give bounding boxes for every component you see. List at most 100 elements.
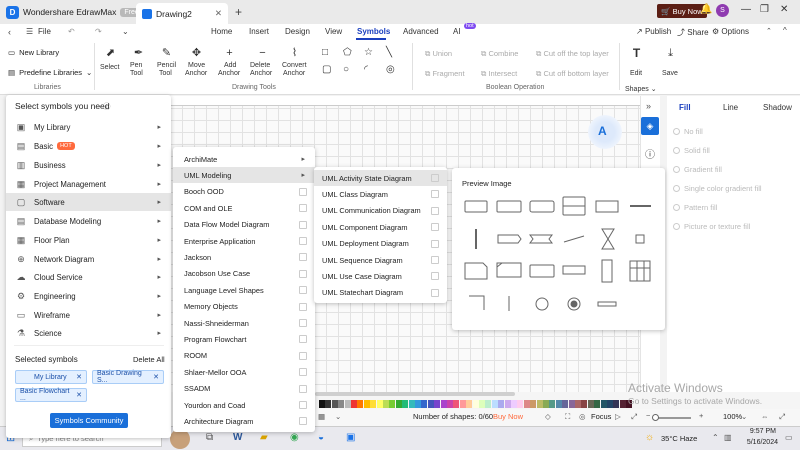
zoom-slider-handle[interactable] [652,414,659,421]
software-submenu-item[interactable]: SSADM [173,381,315,397]
tab-symbols[interactable]: Symbols [357,27,390,36]
tab-insert[interactable]: Insert [249,27,269,36]
color-swatch[interactable] [581,400,588,408]
remove-chip-icon[interactable]: ✕ [153,373,159,381]
selected-chip[interactable]: Basic Drawing S... ✕ [92,370,164,384]
software-submenu-item[interactable]: Booch OOD [173,184,315,200]
selected-chip[interactable]: My Library ✕ [15,370,87,384]
color-swatch[interactable] [504,400,511,408]
checkbox[interactable] [299,187,307,196]
convert-anchor-line2[interactable]: Anchor [283,70,305,77]
category-basic[interactable]: ▤ Basic HOT ▸ [6,137,171,155]
predefine-libraries-button[interactable]: ▤ Predefine Libraries ⌄ [8,68,92,77]
color-swatch[interactable] [319,400,325,408]
uml-submenu-item[interactable]: UML Component Diagram [314,219,447,235]
remove-chip-icon[interactable]: ✕ [76,373,82,381]
zoom-slider[interactable] [655,417,691,419]
edge-icon[interactable]: ◒ [318,432,324,443]
color-swatch[interactable] [517,400,524,408]
checkbox[interactable] [431,223,439,232]
color-swatch[interactable] [331,400,338,408]
publish-button[interactable]: ↗ Publish [636,27,671,36]
color-swatch[interactable] [530,400,537,408]
undo-icon[interactable]: ↶ [68,27,75,36]
category-network-diagram[interactable]: ⊕ Network Diagram ▸ [6,250,171,268]
notification-icon[interactable]: ▭ [785,433,793,442]
color-swatch[interactable] [376,400,383,408]
checkbox[interactable] [299,384,307,393]
color-swatch[interactable] [434,400,441,408]
file-explorer-icon[interactable]: ▰ [260,432,268,443]
color-swatch[interactable] [415,400,421,408]
color-swatch[interactable] [383,400,389,408]
cut-bottom-button[interactable]: ⧉ Cut off bottom layer [536,69,609,79]
edit-button[interactable]: Edit [630,70,642,77]
category-software[interactable]: ▢ Software ▸ [6,193,171,211]
star-icon[interactable]: ☆ [364,47,373,58]
tab-design[interactable]: Design [285,27,310,36]
color-swatch[interactable] [338,400,345,408]
tab-line[interactable]: Line [723,103,738,112]
convert-anchor-line1[interactable]: Convert [282,62,307,69]
uml-submenu-item[interactable]: UML Activity State Diagram [314,170,447,186]
checkbox[interactable] [431,272,439,281]
color-swatch[interactable] [498,400,505,408]
checkbox[interactable] [299,269,307,278]
pentagon-icon[interactable]: ⬠ [343,47,352,58]
color-swatch[interactable] [568,400,575,408]
color-swatch[interactable] [523,400,530,408]
file-menu[interactable]: File [38,27,51,36]
checkbox[interactable] [299,253,307,262]
color-swatch[interactable] [479,400,485,408]
focus-icon[interactable]: ◎ [579,412,586,421]
software-submenu-item[interactable]: Data Flow Model Diagram [173,217,315,233]
symbols-community-button[interactable]: Symbols Community [50,413,128,428]
checkbox[interactable] [299,319,307,327]
software-submenu-item[interactable]: Jacobson Use Case [173,266,315,282]
uml-submenu-item[interactable]: UML Sequence Diagram [314,252,447,268]
shapes-dropdown[interactable]: Shapes ⌄ [625,85,657,93]
checkbox[interactable] [431,288,439,297]
software-submenu-item[interactable]: Memory Objects [173,299,315,315]
checkbox[interactable] [299,351,307,360]
zoom-level[interactable]: 100% [723,412,742,421]
circle-icon[interactable]: ○ [343,64,349,75]
software-submenu-item[interactable]: Enterprise Application [173,233,315,249]
category-floor-plan[interactable]: ▦ Floor Plan ▸ [6,231,171,249]
color-swatch[interactable] [440,400,447,408]
rectangle-icon[interactable]: □ [322,47,328,58]
category-business[interactable]: ▥ Business ▸ [6,156,171,174]
color-swatch[interactable] [485,400,492,408]
avatar[interactable]: S [716,4,729,17]
color-swatch[interactable] [389,400,396,408]
chrome-icon[interactable]: ◉ [290,432,299,443]
uml-submenu-item[interactable]: UML Class Diagram [314,186,447,202]
intersect-button[interactable]: ⧉ Intersect [481,69,517,79]
fill-option-gradient[interactable]: Gradient fill [673,165,722,174]
minimize-icon[interactable]: — [741,4,751,15]
color-swatch[interactable] [408,400,415,408]
fill-option-pattern[interactable]: Pattern fill [673,203,717,212]
color-swatch[interactable] [402,400,409,408]
uml-submenu-item[interactable]: UML Statechart Diagram [314,285,447,301]
software-submenu-item[interactable]: Nassi-Shneiderman [173,315,315,331]
pencil-tool-line1[interactable]: Pencil [157,62,176,69]
color-swatch[interactable] [594,400,601,408]
color-swatch[interactable] [536,400,543,408]
document-tab[interactable]: Drawing2 ✕ [136,3,228,24]
cut-top-button[interactable]: ⧉ Cut off the top layer [536,49,609,59]
rounded-rect-icon[interactable]: ▢ [322,64,331,75]
help-icon[interactable]: ⓘ [645,146,655,161]
checkbox[interactable] [299,204,307,213]
save-button[interactable]: Save [662,70,678,77]
pen-tool-line2[interactable]: Tool [130,70,143,77]
category-wireframe[interactable]: ▭ Wireframe ▸ [6,306,171,324]
layers-icon[interactable]: ▦ [318,412,325,421]
fragment-button[interactable]: ⧉ Fragment [425,69,465,79]
fullscreen-icon[interactable]: ⤢ [631,412,637,422]
selected-chip[interactable]: Basic Flowchart ... ✕ [15,388,87,402]
checkbox[interactable] [431,174,439,182]
checkbox[interactable] [431,190,439,199]
ai-assistant-button[interactable]: A [588,115,622,149]
software-submenu-item[interactable]: Program Flowchart [173,331,315,347]
